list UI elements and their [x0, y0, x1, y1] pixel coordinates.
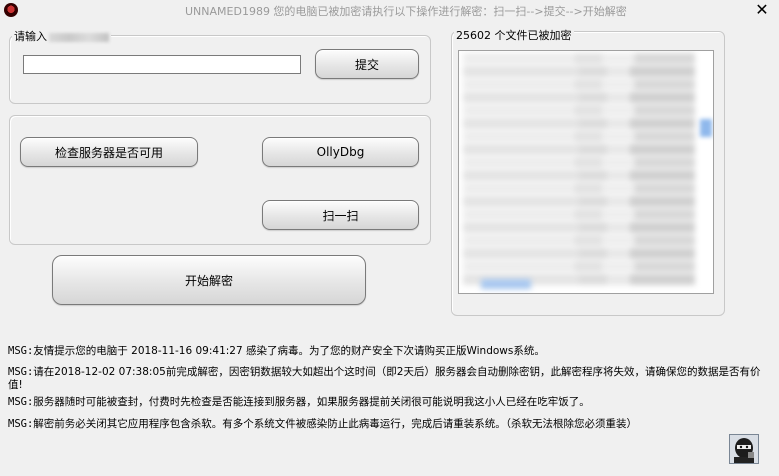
file-list-rows: [459, 51, 699, 293]
input-group-legend: 请输入: [12, 28, 111, 44]
message-line-1: MSG:友情提示您的电脑于 2018-11-16 09:41:27 感染了病毒。…: [8, 345, 545, 357]
scan-button[interactable]: 扫一扫: [262, 200, 419, 230]
encrypted-file-list[interactable]: [458, 50, 714, 294]
selected-row-highlight: [481, 279, 531, 289]
files-group-legend: 25602 个文件已被加密: [454, 27, 574, 43]
title-bar: UNNAMED1989 您的电脑已被加密请执行以下操作进行解密：扫一扫-->提交…: [0, 0, 779, 20]
code-input[interactable]: [23, 55, 301, 74]
close-button[interactable]: ✕: [751, 1, 773, 19]
submit-button[interactable]: 提交: [315, 49, 419, 79]
ollydbg-button[interactable]: OllyDbg: [262, 137, 419, 167]
input-group-label: 请输入: [14, 30, 47, 43]
window-title: UNNAMED1989 您的电脑已被加密请执行以下操作进行解密：扫一扫-->提交…: [185, 5, 627, 18]
redacted-label: [49, 32, 109, 42]
virus-app-icon: [4, 3, 18, 17]
message-line-4: MSG:解密前务必关闭其它应用程序包含杀软。有多个系统文件被感染防止此病毒运行，…: [8, 418, 638, 430]
message-line-3: MSG:服务器随时可能被查封，付费时先检查是否能连接到服务器，如果服务器提前关闭…: [8, 396, 590, 408]
start-decrypt-button[interactable]: 开始解密: [52, 255, 366, 305]
message-line-2: MSG:请在2018-12-02 07:38:05前完成解密，因密钥数据较大如超…: [8, 366, 761, 391]
check-server-button[interactable]: 检查服务器是否可用: [20, 137, 198, 167]
scrollbar-thumb[interactable]: [700, 119, 712, 137]
hacker-avatar-icon: [729, 434, 759, 464]
